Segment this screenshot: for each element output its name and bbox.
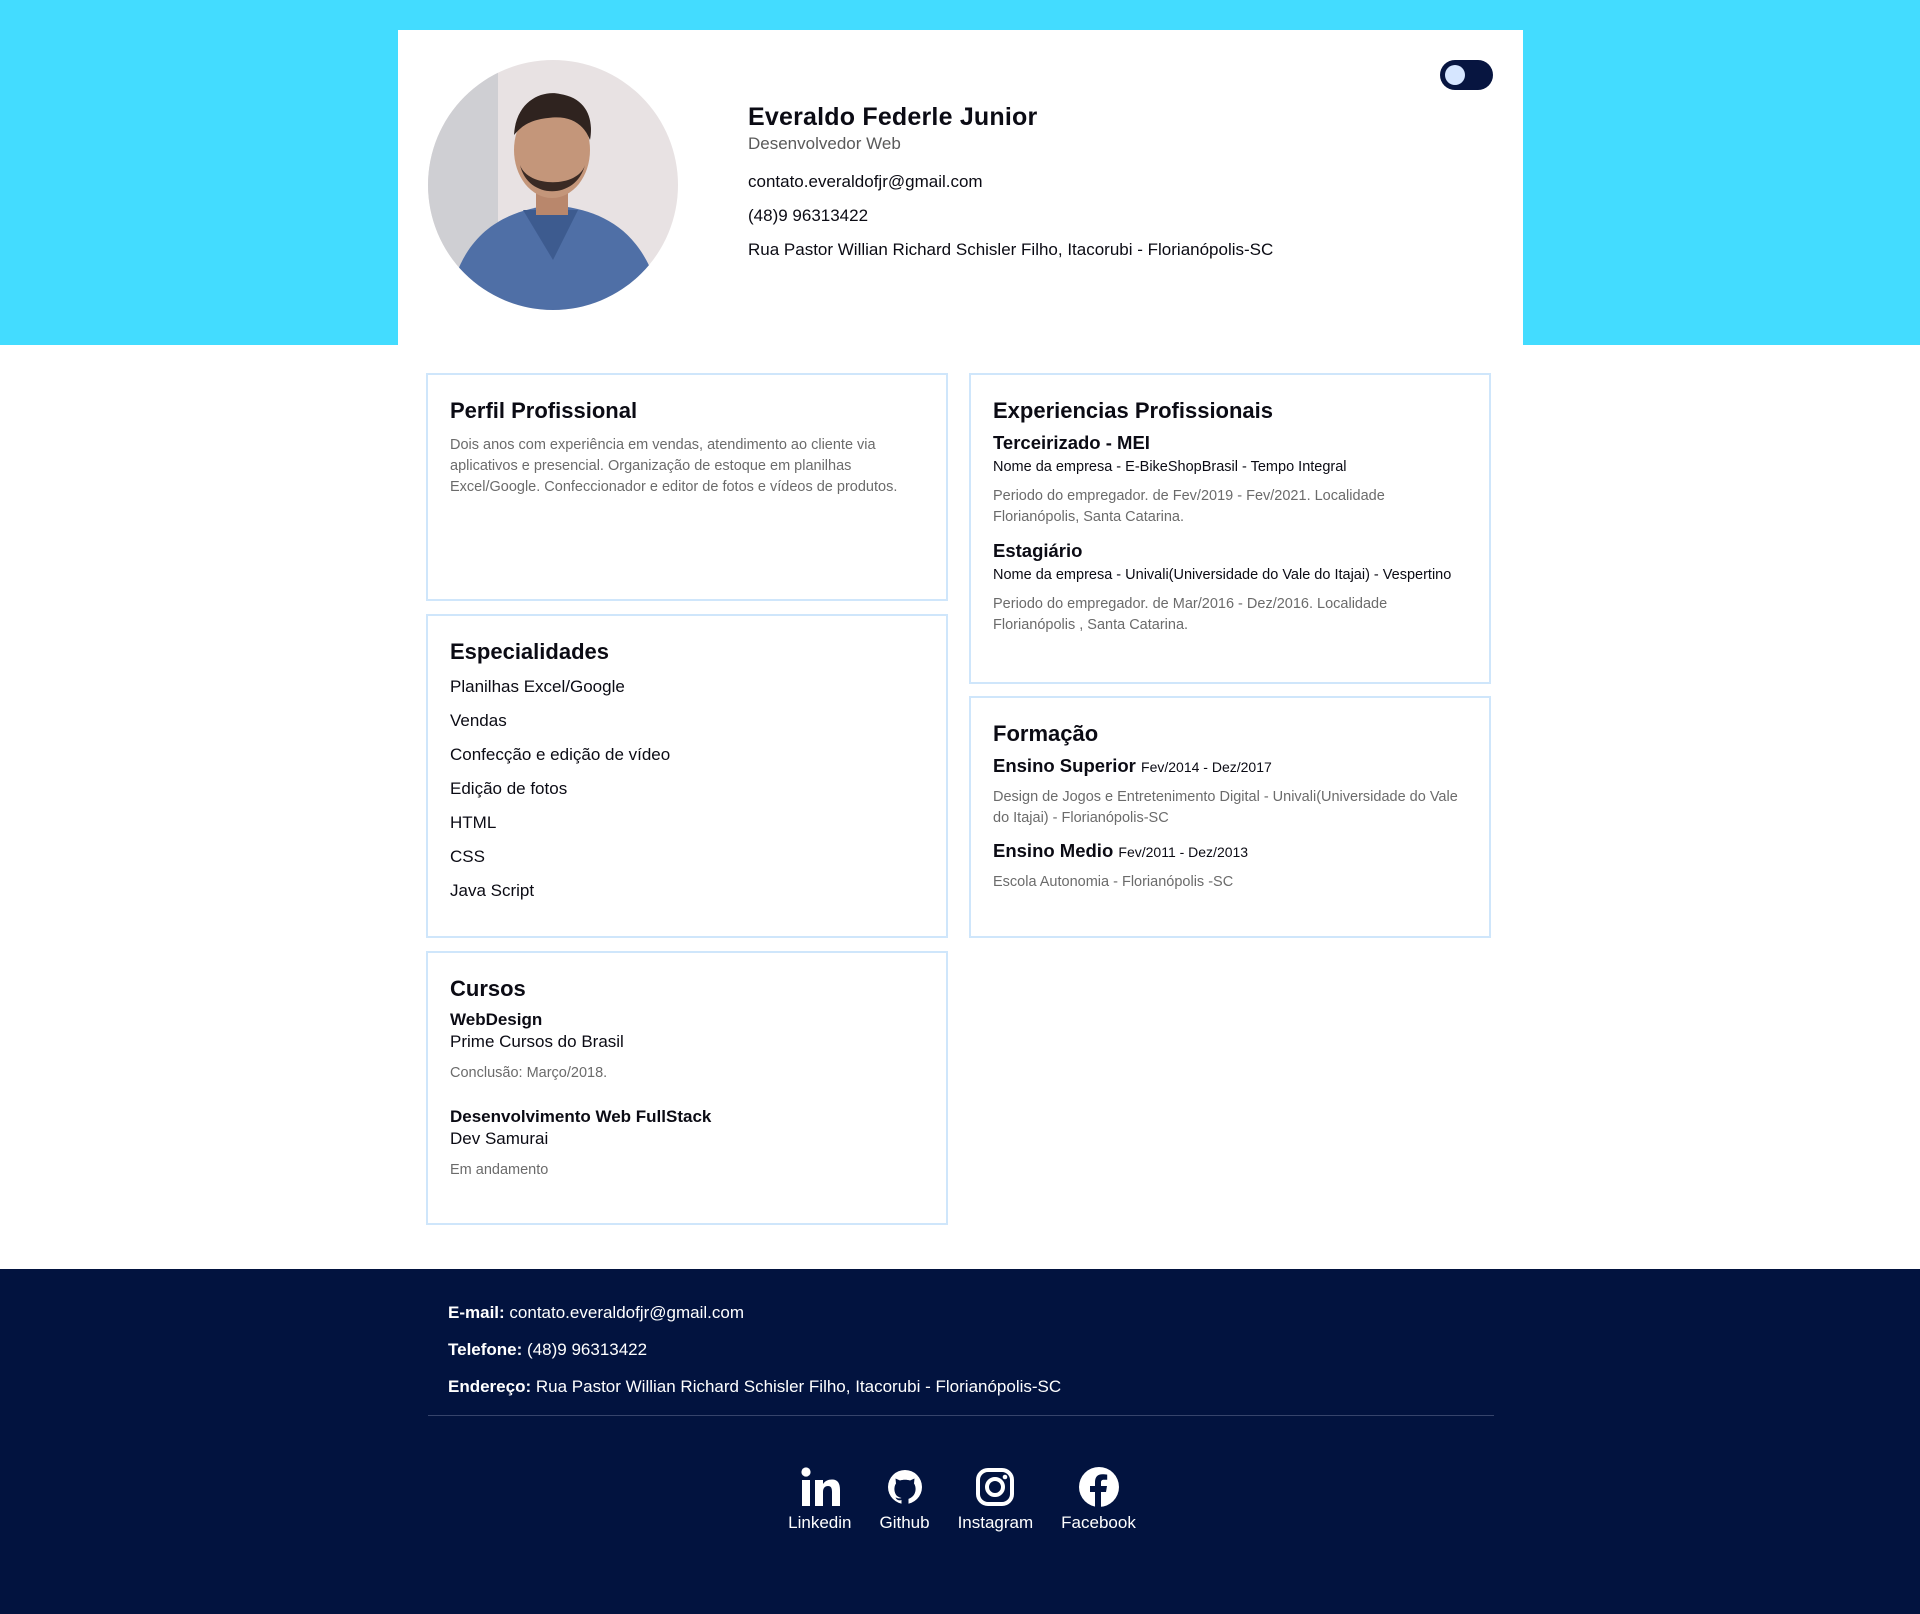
- course-status: Conclusão: Março/2018.: [450, 1065, 608, 1081]
- list-item: Planilhas Excel/Google: [450, 677, 625, 696]
- instagram-link[interactable]: Instagram: [957, 1465, 1034, 1534]
- facebook-link[interactable]: Facebook: [1061, 1465, 1136, 1534]
- experience-period: Periodo do empregador. de Fev/2019 - Fev…: [993, 488, 1385, 525]
- course-school: Dev Samurai: [450, 1129, 549, 1148]
- specialties-list: Planilhas Excel/Google Vendas Confecção …: [450, 670, 924, 908]
- education-description: Design de Jogos e Entretenimento Digital…: [993, 789, 1458, 826]
- footer-phone-label: Telefone:: [448, 1340, 523, 1359]
- section-title: Experiencias Profissionais: [993, 398, 1274, 423]
- profile-header: Everaldo Federle Junior Desenvolvedor We…: [398, 30, 1523, 345]
- profile-identity: Everaldo Federle Junior Desenvolvedor We…: [748, 102, 1273, 261]
- theme-toggle[interactable]: [1440, 60, 1493, 90]
- education-level-name: Ensino Medio: [993, 840, 1114, 861]
- profile-summary-text: Dois anos com experiência em vendas, ate…: [450, 437, 898, 495]
- course-school: Prime Cursos do Brasil: [450, 1032, 624, 1051]
- profile-name: Everaldo Federle Junior: [748, 103, 1038, 131]
- linkedin-link[interactable]: Linkedin: [788, 1465, 851, 1534]
- social-label: Linkedin: [788, 1513, 852, 1532]
- social-label: Facebook: [1061, 1513, 1136, 1532]
- profile-phone: (48)9 96313422: [748, 206, 869, 225]
- footer-email: E-mail: contato.everaldofjr@gmail.com: [448, 1302, 744, 1324]
- profile-photo: [428, 60, 678, 310]
- education-card: Formação Ensino Superior Fev/2014 - Dez/…: [969, 696, 1491, 938]
- education-dates: Fev/2014 - Dez/2017: [1141, 759, 1272, 775]
- course-name: Desenvolvimento Web FullStack: [450, 1107, 712, 1126]
- education-item: Ensino Superior Fev/2014 - Dez/2017 Desi…: [993, 754, 1467, 829]
- facebook-icon: [1078, 1467, 1119, 1507]
- education-level-name: Ensino Superior: [993, 755, 1136, 776]
- education-item: Ensino Medio Fev/2011 - Dez/2013 Escola …: [993, 839, 1467, 893]
- profile-address: Rua Pastor Willian Richard Schisler Filh…: [748, 240, 1274, 259]
- social-label: Github: [879, 1513, 930, 1532]
- section-title: Especialidades: [450, 639, 609, 664]
- footer-address: Endereço: Rua Pastor Willian Richard Sch…: [448, 1376, 1061, 1398]
- course-item: Desenvolvimento Web FullStack Dev Samura…: [450, 1106, 924, 1181]
- education-level: Ensino Medio Fev/2011 - Dez/2013: [993, 839, 1467, 864]
- profile-summary-card: Perfil Profissional Dois anos com experi…: [426, 373, 948, 601]
- section-title: Formação: [993, 721, 1099, 746]
- footer-email-label: E-mail:: [448, 1303, 505, 1322]
- footer: E-mail: contato.everaldofjr@gmail.com Te…: [0, 1269, 1920, 1614]
- experience-item: Terceirizado - MEI Nome da empresa - E-B…: [993, 431, 1467, 528]
- education-description: Escola Autonomia - Florianópolis -SC: [993, 874, 1234, 890]
- course-name: WebDesign: [450, 1010, 543, 1029]
- education-level: Ensino Superior Fev/2014 - Dez/2017: [993, 754, 1467, 779]
- experience-role: Estagiário: [993, 540, 1083, 561]
- education-dates: Fev/2011 - Dez/2013: [1118, 844, 1249, 860]
- footer-address-label: Endereço:: [448, 1377, 532, 1396]
- footer-divider: [428, 1415, 1494, 1416]
- experience-company: Nome da empresa - Univali(Universidade d…: [993, 567, 1452, 583]
- list-item: Edição de fotos: [450, 779, 568, 798]
- section-title: Cursos: [450, 976, 526, 1001]
- instagram-icon: [976, 1468, 1015, 1506]
- footer-email-value: contato.everaldofjr@gmail.com: [509, 1303, 745, 1322]
- github-link[interactable]: Github: [879, 1465, 930, 1534]
- footer-address-value: Rua Pastor Willian Richard Schisler Filh…: [535, 1377, 1062, 1396]
- list-item: Java Script: [450, 881, 535, 900]
- experience-card: Experiencias Profissionais Terceirizado …: [969, 373, 1491, 684]
- experience-company: Nome da empresa - E-BikeShopBrasil - Tem…: [993, 459, 1347, 475]
- github-icon: [887, 1470, 922, 1504]
- linkedin-icon: [801, 1467, 840, 1506]
- courses-card: Cursos WebDesign Prime Cursos do Brasil …: [426, 951, 948, 1225]
- social-links: Linkedin Github Instagram Facebook: [0, 1465, 1920, 1534]
- course-status: Em andamento: [450, 1162, 549, 1178]
- profile-email: contato.everaldofjr@gmail.com: [748, 172, 983, 191]
- experience-item: Estagiário Nome da empresa - Univali(Uni…: [993, 539, 1467, 636]
- specialties-card: Especialidades Planilhas Excel/Google Ve…: [426, 614, 948, 938]
- footer-phone: Telefone: (48)9 96313422: [448, 1339, 647, 1361]
- social-label: Instagram: [957, 1513, 1034, 1532]
- section-title: Perfil Profissional: [450, 398, 638, 423]
- footer-phone-value: (48)9 96313422: [527, 1340, 648, 1359]
- experience-period: Periodo do empregador. de Mar/2016 - Dez…: [993, 596, 1388, 633]
- profile-role: Desenvolvedor Web: [748, 134, 901, 153]
- list-item: Vendas: [450, 711, 507, 730]
- toggle-switch-icon: [1445, 65, 1465, 85]
- experience-role: Terceirizado - MEI: [993, 432, 1150, 453]
- list-item: Confecção e edição de vídeo: [450, 745, 671, 764]
- course-item: WebDesign Prime Cursos do Brasil Conclus…: [450, 1009, 924, 1084]
- list-item: HTML: [450, 813, 497, 832]
- list-item: CSS: [450, 847, 485, 866]
